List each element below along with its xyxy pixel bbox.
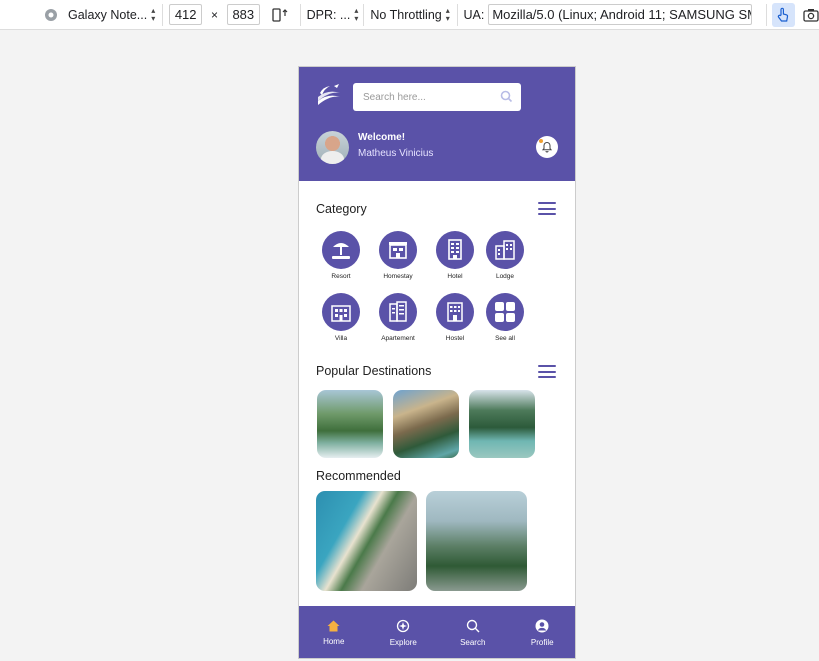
notification-dot bbox=[539, 139, 543, 143]
recommended-image[interactable] bbox=[316, 491, 417, 591]
nav-profile[interactable]: Profile bbox=[512, 619, 572, 647]
search-icon[interactable] bbox=[500, 90, 513, 103]
category-apartement[interactable]: Apartement bbox=[368, 293, 428, 342]
throttling-select[interactable]: No Throttling ▴ ▾ bbox=[364, 7, 456, 23]
search-icon bbox=[466, 619, 480, 633]
dpr-label: DPR: ... bbox=[306, 7, 351, 22]
homestay-icon bbox=[389, 242, 407, 259]
times-sign: × bbox=[210, 7, 218, 22]
caret-icon: ▴ ▾ bbox=[151, 6, 156, 23]
nav-label: Home bbox=[323, 637, 345, 646]
category-label: Apartement bbox=[381, 335, 415, 342]
ua-input[interactable]: Mozilla/5.0 (Linux; Android 11; SAMSUNG … bbox=[488, 4, 752, 25]
popular-menu-icon[interactable] bbox=[538, 365, 556, 378]
nav-label: Search bbox=[460, 638, 486, 647]
throttling-label: No Throttling bbox=[370, 7, 442, 22]
devtools-toolbar: Galaxy Note... ▴ ▾ 412 × 883 DPR: ... ▴ ▾ … bbox=[0, 0, 819, 30]
grid-icon bbox=[495, 302, 515, 322]
mobile-viewport: Search here... Welcome! Matheus Vinicius… bbox=[298, 66, 576, 659]
nav-label: Profile bbox=[530, 638, 554, 647]
destination-image[interactable] bbox=[317, 390, 383, 458]
category-title: Category bbox=[316, 202, 367, 216]
home-icon bbox=[327, 620, 340, 632]
lodge-icon bbox=[495, 240, 515, 260]
ua-label: UA: bbox=[463, 7, 485, 22]
chrome-icon bbox=[45, 8, 57, 21]
caret-icon: ▴ ▾ bbox=[354, 6, 359, 23]
category-menu-icon[interactable] bbox=[538, 202, 556, 215]
category-label: Villa bbox=[334, 335, 348, 342]
notification-button[interactable] bbox=[536, 136, 558, 158]
apartment-icon bbox=[389, 301, 407, 322]
nav-search[interactable]: Search bbox=[443, 619, 503, 647]
destination-image[interactable] bbox=[393, 390, 459, 458]
recommended-image[interactable] bbox=[426, 491, 527, 591]
category-label: See all bbox=[495, 335, 515, 342]
width-input[interactable]: 412 bbox=[169, 4, 202, 25]
welcome-text: Welcome! bbox=[358, 132, 406, 143]
caret-icon: ▴ ▾ bbox=[445, 6, 450, 23]
device-name: Galaxy Note... bbox=[68, 7, 148, 22]
logo-icon bbox=[318, 84, 340, 105]
category-label: Resort bbox=[331, 273, 351, 280]
destination-image[interactable] bbox=[469, 390, 535, 458]
screenshot-icon[interactable] bbox=[803, 8, 819, 22]
bottom-nav: Home Explore Search Profile bbox=[299, 606, 575, 658]
compass-icon bbox=[397, 619, 410, 633]
category-label: Homestay bbox=[383, 273, 413, 280]
height-input[interactable]: 883 bbox=[226, 4, 260, 25]
category-see-all[interactable]: See all bbox=[475, 293, 535, 342]
nav-label: Explore bbox=[389, 638, 417, 647]
hotel-icon bbox=[448, 239, 462, 260]
nav-explore[interactable]: Explore bbox=[373, 619, 433, 647]
category-label: Lodge bbox=[495, 273, 515, 280]
category-homestay[interactable]: Homestay bbox=[368, 231, 428, 280]
villa-icon bbox=[331, 305, 351, 322]
dpr-select[interactable]: DPR: ... ▴ ▾ bbox=[301, 7, 364, 23]
app-header: Search here... Welcome! Matheus Vinicius bbox=[299, 67, 575, 181]
rotate-icon[interactable] bbox=[271, 7, 288, 22]
device-select[interactable]: Galaxy Note... ▴ ▾ bbox=[0, 7, 162, 23]
divider bbox=[765, 3, 767, 26]
profile-icon bbox=[535, 619, 549, 633]
category-resort[interactable]: Resort bbox=[311, 231, 371, 280]
category-lodge[interactable]: Lodge bbox=[475, 231, 535, 280]
search-placeholder: Search here... bbox=[363, 91, 426, 103]
user-name: Matheus Vinicius bbox=[358, 148, 434, 159]
hostel-icon bbox=[447, 302, 463, 322]
popular-title: Popular Destinations bbox=[316, 364, 432, 378]
avatar[interactable] bbox=[316, 131, 349, 164]
bell-icon bbox=[541, 141, 553, 153]
category-villa[interactable]: Villa bbox=[311, 293, 371, 342]
nav-home[interactable]: Home bbox=[304, 620, 364, 646]
touch-icon[interactable] bbox=[771, 2, 796, 27]
resort-icon bbox=[332, 243, 350, 259]
recommended-title: Recommended bbox=[316, 469, 401, 483]
search-input[interactable]: Search here... bbox=[353, 83, 521, 111]
